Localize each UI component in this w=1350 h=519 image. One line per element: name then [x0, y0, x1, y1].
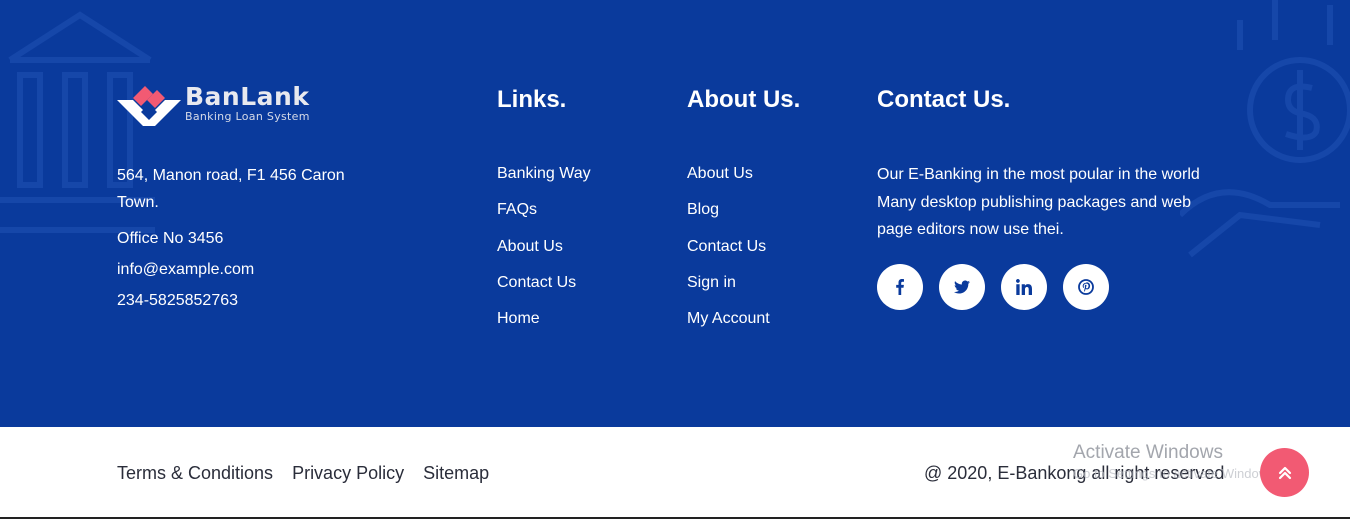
- link-about-us[interactable]: About Us: [497, 236, 591, 272]
- activate-windows-title: Activate Windows: [1073, 442, 1223, 463]
- legal-links: Terms & Conditions Privacy Policy Sitema…: [117, 462, 508, 484]
- activate-windows-subtitle: Go to Settings to activate Windows.: [1073, 466, 1279, 481]
- link-faqs[interactable]: FAQs: [497, 199, 591, 235]
- twitter-button[interactable]: [939, 264, 985, 310]
- address-block: 564, Manon road, F1 456 Caron Town. Offi…: [117, 162, 367, 312]
- privacy-link[interactable]: Privacy Policy: [292, 462, 404, 484]
- footer-main: BanLank Banking Loan System 564, Manon r…: [0, 0, 1350, 427]
- social-links: [877, 264, 1125, 310]
- terms-link[interactable]: Terms & Conditions: [117, 462, 273, 484]
- pinterest-icon: [1078, 279, 1094, 295]
- scroll-to-top-button[interactable]: [1260, 448, 1309, 497]
- about-link-sign-in[interactable]: Sign in: [687, 272, 770, 308]
- sitemap-link[interactable]: Sitemap: [423, 462, 489, 484]
- background-money-hand-illustration: [1180, 0, 1350, 258]
- about-link-blog[interactable]: Blog: [687, 199, 770, 235]
- linkedin-button[interactable]: [1001, 264, 1047, 310]
- link-contact-us[interactable]: Contact Us: [497, 272, 591, 308]
- address-text: 564, Manon road, F1 456 Caron Town.: [117, 167, 345, 211]
- contact-description: Our E-Banking in the most poular in the …: [877, 166, 1200, 238]
- twitter-icon: [954, 280, 970, 294]
- pinterest-button[interactable]: [1063, 264, 1109, 310]
- facebook-button[interactable]: [877, 264, 923, 310]
- about-link-about-us[interactable]: About Us: [687, 163, 770, 199]
- links-heading: Links.: [497, 86, 567, 113]
- logo-mark-icon: [117, 86, 181, 126]
- brand-logo[interactable]: BanLank Banking Loan System: [117, 82, 310, 126]
- link-home[interactable]: Home: [497, 308, 591, 344]
- office-text: Office No 3456: [117, 230, 224, 247]
- brand-name: BanLank: [185, 82, 310, 111]
- about-link-my-account[interactable]: My Account: [687, 308, 770, 344]
- brand-tagline: Banking Loan System: [185, 110, 310, 123]
- facebook-icon: [896, 279, 904, 295]
- links-list: Banking Way FAQs About Us Contact Us Hom…: [497, 163, 591, 344]
- about-heading: About Us.: [687, 86, 801, 113]
- phone-link[interactable]: 234-5825852763: [117, 290, 367, 312]
- contact-heading: Contact Us.: [877, 86, 1011, 113]
- double-chevron-up-icon: [1278, 466, 1291, 479]
- link-banking-way[interactable]: Banking Way: [497, 163, 591, 199]
- about-link-contact-us[interactable]: Contact Us: [687, 236, 770, 272]
- about-list: About Us Blog Contact Us Sign in My Acco…: [687, 163, 770, 344]
- email-link[interactable]: info@example.com: [117, 259, 367, 281]
- linkedin-icon: [1016, 279, 1032, 295]
